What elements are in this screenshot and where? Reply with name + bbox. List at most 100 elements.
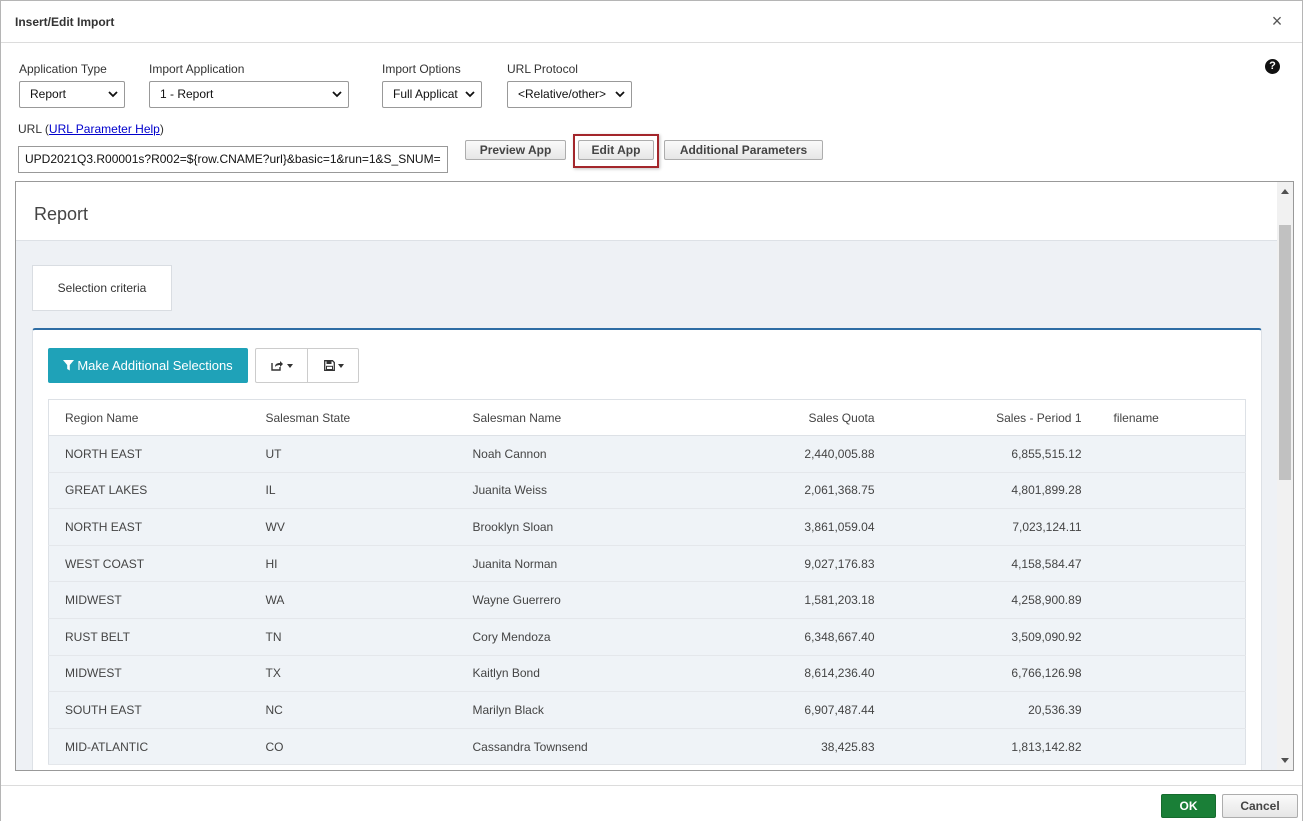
url-parameter-help-link[interactable]: URL Parameter Help (49, 122, 160, 136)
preview-app-button[interactable]: Preview App (465, 140, 566, 160)
table-cell: 1,813,142.82 (890, 728, 1098, 766)
insert-edit-import-dialog: Insert/Edit Import × ? Application Type … (0, 0, 1303, 821)
table-row[interactable]: MID-ATLANTIC CO Cassandra Townsend 38,425.8… (48, 728, 1246, 766)
table-cell: Cassandra Townsend (456, 728, 687, 766)
caret-down-icon (338, 363, 344, 368)
url-protocol-value: <Relative/other> (518, 87, 607, 101)
column-header-filename[interactable]: filename (1097, 399, 1246, 436)
column-header-salesman-name[interactable]: Salesman Name (456, 399, 687, 436)
table-cell: 2,061,368.75 (686, 472, 891, 510)
table-row[interactable]: RUST BELT TN Cory Mendoza 6,348,667.40 3,509… (48, 618, 1246, 656)
table-cell: SOUTH EAST (48, 691, 250, 729)
dialog-titlebar: Insert/Edit Import × (1, 1, 1302, 43)
share-dropdown-button[interactable] (256, 349, 308, 382)
edit-app-button[interactable]: Edit App (578, 140, 654, 160)
scrollbar-thumb[interactable] (1279, 225, 1291, 480)
help-icon[interactable]: ? (1265, 59, 1280, 74)
table-cell: 6,348,667.40 (686, 618, 891, 656)
table-cell: MID-ATLANTIC (48, 728, 250, 766)
table-cell (1097, 472, 1246, 510)
table-cell: TN (249, 618, 457, 656)
dialog-footer: OK Cancel (1, 785, 1302, 821)
table-cell: NORTH EAST (48, 435, 250, 473)
report-table: Region Name Salesman State Salesman Name… (48, 399, 1246, 766)
selection-criteria-tab[interactable]: Selection criteria (32, 265, 172, 311)
table-cell: Noah Cannon (456, 435, 687, 473)
scroll-up-icon[interactable] (1281, 189, 1289, 194)
column-header-salesman-state[interactable]: Salesman State (249, 399, 457, 436)
table-row[interactable]: NORTH EAST WV Brooklyn Sloan 3,861,059.04 7,… (48, 508, 1246, 546)
table-cell: 4,801,899.28 (890, 472, 1098, 510)
table-cell: MIDWEST (48, 581, 250, 619)
table-header-row: Region Name Salesman State Salesman Name… (48, 399, 1246, 436)
table-row[interactable]: MIDWEST TX Kaitlyn Bond 8,614,236.40 6,766,1… (48, 655, 1246, 693)
scroll-down-icon[interactable] (1281, 758, 1289, 763)
table-row[interactable]: WEST COAST HI Juanita Norman 9,027,176.83 4,… (48, 545, 1246, 583)
table-cell: 8,614,236.40 (686, 655, 891, 693)
additional-parameters-button[interactable]: Additional Parameters (664, 140, 823, 160)
import-application-label: Import Application (149, 62, 245, 76)
table-cell: WV (249, 508, 457, 546)
table-cell: Wayne Guerrero (456, 581, 687, 619)
table-cell: UT (249, 435, 457, 473)
table-cell: MIDWEST (48, 655, 250, 693)
table-cell: 9,027,176.83 (686, 545, 891, 583)
save-icon (324, 360, 335, 372)
make-additional-selections-button[interactable]: Make Additional Selections (48, 348, 248, 383)
column-header-region-name[interactable]: Region Name (48, 399, 250, 436)
table-cell: 6,907,487.44 (686, 691, 891, 729)
column-header-sales-period-1[interactable]: Sales - Period 1 (890, 399, 1098, 436)
chevron-down-icon (108, 91, 118, 98)
application-type-label: Application Type (19, 62, 107, 76)
table-cell: NORTH EAST (48, 508, 250, 546)
import-options-select[interactable]: Full Applicat (382, 81, 482, 108)
vertical-scrollbar[interactable] (1277, 182, 1293, 770)
table-cell: TX (249, 655, 457, 693)
table-cell: CO (249, 728, 457, 766)
url-protocol-select[interactable]: <Relative/other> (507, 81, 632, 108)
table-row[interactable]: SOUTH EAST NC Marilyn Black 6,907,487.44 20,… (48, 691, 1246, 729)
table-cell (1097, 435, 1246, 473)
table-cell: 3,509,090.92 (890, 618, 1098, 656)
import-application-select[interactable]: 1 - Report (149, 81, 349, 108)
table-cell (1097, 508, 1246, 546)
table-cell: NC (249, 691, 457, 729)
table-cell: IL (249, 472, 457, 510)
toolbar-group (255, 348, 359, 383)
table-cell: 1,581,203.18 (686, 581, 891, 619)
table-row[interactable]: GREAT LAKES IL Juanita Weiss 2,061,368.75 4,… (48, 472, 1246, 510)
url-label-row: URL (URL Parameter Help) (18, 122, 164, 136)
table-row[interactable]: NORTH EAST UT Noah Cannon 2,440,005.88 6,855… (48, 435, 1246, 473)
report-panel: Make Additional Selections Region Name S… (32, 328, 1262, 770)
application-type-value: Report (30, 87, 67, 101)
report-table-body: NORTH EAST UT Noah Cannon 2,440,005.88 6,855… (48, 435, 1246, 766)
column-header-sales-quota[interactable]: Sales Quota (686, 399, 891, 436)
table-cell: 38,425.83 (686, 728, 891, 766)
table-cell (1097, 618, 1246, 656)
url-input[interactable]: UPD2021Q3.R00001s?R002=${row.CNAME?url}&… (18, 146, 448, 173)
table-cell: Juanita Norman (456, 545, 687, 583)
table-cell: Kaitlyn Bond (456, 655, 687, 693)
table-cell: 6,766,126.98 (890, 655, 1098, 693)
table-cell: 3,861,059.04 (686, 508, 891, 546)
save-dropdown-button[interactable] (308, 349, 360, 382)
import-options-label: Import Options (382, 62, 461, 76)
table-cell: WA (249, 581, 457, 619)
url-protocol-label: URL Protocol (507, 62, 578, 76)
close-icon[interactable]: × (1268, 12, 1286, 30)
table-cell (1097, 728, 1246, 766)
table-cell: RUST BELT (48, 618, 250, 656)
table-row[interactable]: MIDWEST WA Wayne Guerrero 1,581,203.18 4,258… (48, 581, 1246, 619)
report-header: Report (16, 182, 1277, 241)
table-cell: Juanita Weiss (456, 472, 687, 510)
application-type-select[interactable]: Report (19, 81, 125, 108)
table-cell: 4,158,584.47 (890, 545, 1098, 583)
ok-button[interactable]: OK (1161, 794, 1216, 818)
table-cell: Marilyn Black (456, 691, 687, 729)
report-title: Report (34, 204, 89, 224)
table-cell (1097, 581, 1246, 619)
cancel-button[interactable]: Cancel (1222, 794, 1298, 818)
dialog-title: Insert/Edit Import (15, 15, 115, 29)
report-preview-frame: Report Selection criteria Make Additiona… (15, 181, 1294, 771)
chevron-down-icon (465, 91, 475, 98)
